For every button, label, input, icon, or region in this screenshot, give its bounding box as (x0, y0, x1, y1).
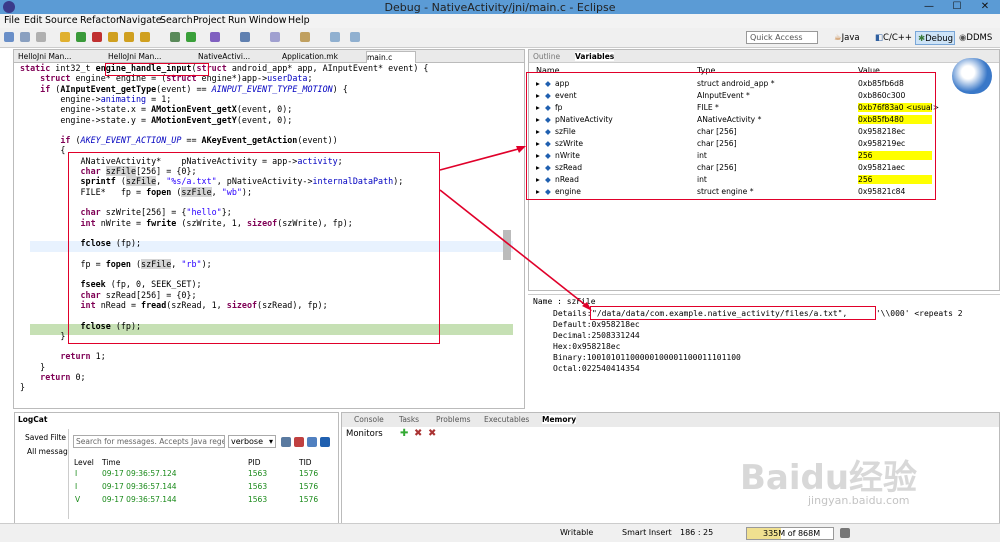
status-writable: Writable (560, 528, 594, 537)
export-log-icon[interactable] (320, 437, 330, 447)
saved-filters-label: Saved Filte (25, 433, 67, 442)
log-level-value: verbose (231, 437, 264, 446)
gc-icon[interactable] (840, 528, 850, 538)
log-tid: 1576 (299, 469, 319, 478)
log-time: 09-17 09:36:57.144 (102, 495, 177, 504)
remove-monitor-icon[interactable]: ✖ (414, 428, 422, 439)
tab-executables[interactable]: Executables (484, 415, 529, 424)
log-level-select[interactable]: verbose ▾ (228, 435, 276, 448)
arrow-head-variables (516, 146, 526, 153)
console-tabs: Console Tasks Problems Executables Memor… (342, 413, 999, 427)
add-monitor-icon[interactable]: ✚ (400, 428, 408, 439)
saved-filters-panel: Saved Filte All messag (19, 429, 69, 519)
log-level: V (75, 495, 81, 504)
arrow-to-details (439, 189, 589, 308)
watermark-brand: Baidu经验 (740, 458, 918, 498)
heap-status[interactable]: 335M of 868M (746, 527, 834, 540)
chevron-down-icon: ▾ (268, 437, 273, 446)
log-pid: 1563 (248, 469, 268, 478)
logcat-view: LogCat Saved Filte All messag Search for… (14, 412, 339, 524)
tab-logcat[interactable]: LogCat (18, 415, 47, 424)
log-time: 09-17 09:36:57.144 (102, 482, 177, 491)
log-tid: 1576 (299, 482, 319, 491)
tab-problems[interactable]: Problems (436, 415, 471, 424)
col-pid[interactable]: PID (248, 458, 261, 467)
log-level: I (75, 482, 78, 491)
log-time: 09-17 09:36:57.124 (102, 469, 177, 478)
clear-log-icon[interactable] (294, 437, 304, 447)
log-pid: 1563 (248, 495, 268, 504)
tab-tasks[interactable]: Tasks (399, 415, 419, 424)
scroll-lock-icon[interactable] (307, 437, 317, 447)
save-log-icon[interactable] (281, 437, 291, 447)
log-level: I (75, 469, 78, 478)
watermark-url: jingyan.baidu.com (808, 494, 910, 507)
heap-status-label: 335M of 868M (763, 529, 821, 538)
col-tid[interactable]: TID (299, 458, 312, 467)
col-time[interactable]: Time (102, 458, 120, 467)
logcat-search-input[interactable]: Search for messages. Accepts Java rege (73, 435, 225, 448)
log-tid: 1576 (299, 495, 319, 504)
status-bar: Writable Smart Insert 186 : 25 335M of 8… (0, 523, 1000, 542)
tab-console[interactable]: Console (354, 415, 384, 424)
tab-memory[interactable]: Memory (542, 415, 577, 424)
remove-all-monitors-icon[interactable]: ✖ (428, 428, 436, 439)
log-pid: 1563 (248, 482, 268, 491)
status-cursor-position: 186 : 25 (680, 528, 714, 537)
arrow-to-variables (439, 147, 523, 171)
monitors-label: Monitors (346, 429, 383, 439)
all-messages-filter[interactable]: All messag (27, 447, 68, 456)
col-level[interactable]: Level (74, 458, 94, 467)
bird-logo-icon (952, 58, 992, 94)
status-insert-mode: Smart Insert (622, 528, 672, 537)
